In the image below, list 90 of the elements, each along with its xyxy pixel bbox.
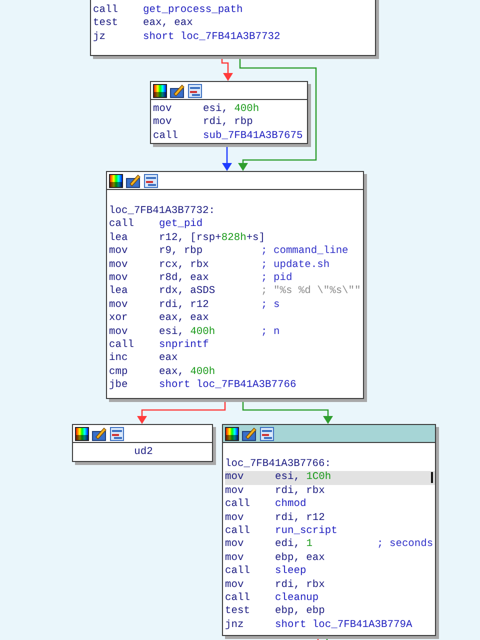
mnemonic: lea [109,285,129,299]
code-comment: ; "%s %d \"%s\"" [261,285,361,299]
color-palette-icon[interactable] [75,426,89,440]
code-comment: ; pid [261,272,292,286]
mnemonic: mov [109,245,129,259]
mnemonic: mov [109,326,129,339]
mnemonic: call [225,592,251,606]
mnemonic: mov [225,484,245,498]
operand: esi, 400h [203,103,260,116]
graph-view-icon[interactable] [144,174,158,188]
graph-view-icon[interactable] [110,426,124,440]
operand: esi, 1C0h [275,471,332,485]
pencil-icon[interactable] [92,426,107,440]
code-block[interactable]: mov esi, 400h mov rdi, rbp call sub_7FB41A3B7675 [150,81,308,144]
code-block[interactable] [106,171,364,399]
operand: rdi, rbx [275,578,325,592]
code-block[interactable]: call get_process_path test eax, eax jz short loc_7FB41A3B7732 [90,0,376,56]
operand: cleanup [275,592,319,606]
mnemonic: call [109,338,135,352]
graph-view-icon[interactable] [260,426,274,440]
mnemonic: mov [109,298,129,312]
code-comment: ; seconds [377,538,434,552]
operand: sub_7FB41A3B7675 [203,130,303,144]
mnemonic: inc [109,352,129,366]
operand: sleep [275,565,306,579]
code-block[interactable]: ud2 [72,424,213,462]
code-block[interactable]: loc_7FB41A3B7766: mov esi, 1C0h mov rdi, rbx call chmod mov rdi, r12 call run_script mov edi, 1 ; seconds mov ebp, eax call sleep mov rdi, rbx call cleanup test ebp, ebp jnz short loc_7FB41A3B779A [222,424,436,636]
operand: esi, 400h [159,326,216,339]
mnemonic: call [93,4,119,18]
mnemonic: test [225,605,251,619]
operand: r8d, eax [159,272,210,286]
operand: rdi, rbp [203,116,253,130]
operand: short loc_7FB41A3B7766 [159,379,296,392]
operand: ebp, ebp [275,605,325,619]
operand: rcx, rbx [159,258,210,272]
operand: get_pid [159,218,203,232]
pencil-icon[interactable] [170,84,185,98]
operand: eax, 400h [159,366,216,380]
mnemonic: mov [225,578,245,592]
mnemonic: call [109,218,135,232]
mnemonic: call [225,498,251,512]
code-comment: ; update.sh [261,258,330,272]
mnemonic: mov [153,103,173,116]
mnemonic: jnz [225,618,245,632]
code-comment: ; s [261,298,280,312]
mnemonic: call [153,130,179,144]
mnemonic: cmp [109,366,129,380]
operand: get_process_path [143,4,243,18]
code-label[interactable]: loc_7FB41A3B7766: [225,458,332,472]
operand: eax, eax [159,312,209,326]
mnemonic: mov [109,258,129,272]
mnemonic: mov [109,272,129,286]
mnemonic: jz [93,30,106,44]
operand: rdi, r12 [275,512,325,525]
operand: rdi, r12 [159,298,210,312]
operand: rdi, rbx [275,484,325,498]
graph-view-icon[interactable] [188,84,202,98]
operand: snprintf [159,338,209,352]
mnemonic: call [225,565,251,579]
code-comment: ; command_line [261,245,348,259]
mnemonic: call [225,524,251,538]
mnemonic: mov [225,552,245,566]
operand: short loc_7FB41A3B7732 [143,30,280,44]
operand: chmod [275,498,306,512]
operand: short loc_7FB41A3B779A [275,618,412,632]
operand: r9, rbp [159,245,204,259]
operand: edi, 1 [275,538,314,552]
mnemonic: xor [109,312,129,326]
mnemonic: ud2 [134,446,153,460]
color-palette-icon[interactable] [225,426,239,440]
mnemonic: lea [109,232,129,246]
mnemonic: jbe [109,379,129,392]
color-palette-icon[interactable] [153,84,167,98]
operand: rdx, aSDS [159,285,216,299]
code-comment: ; n [261,326,280,339]
mnemonic: mov [225,538,245,552]
mnemonic: mov [225,512,245,525]
operand: run_script [275,524,338,538]
operand: eax [159,352,178,366]
color-palette-icon[interactable] [109,174,123,188]
operand: r12, [rsp+828h+s] [159,232,266,246]
text-cursor [431,472,433,484]
code-label[interactable]: loc_7FB41A3B7732: [109,205,216,218]
pencil-icon[interactable] [126,174,141,188]
mnemonic: test [93,17,119,31]
pencil-icon[interactable] [242,426,257,440]
mnemonic: mov [153,116,173,130]
operand: ebp, eax [275,552,325,566]
mnemonic: mov [225,471,245,485]
operand: eax, eax [143,17,193,31]
